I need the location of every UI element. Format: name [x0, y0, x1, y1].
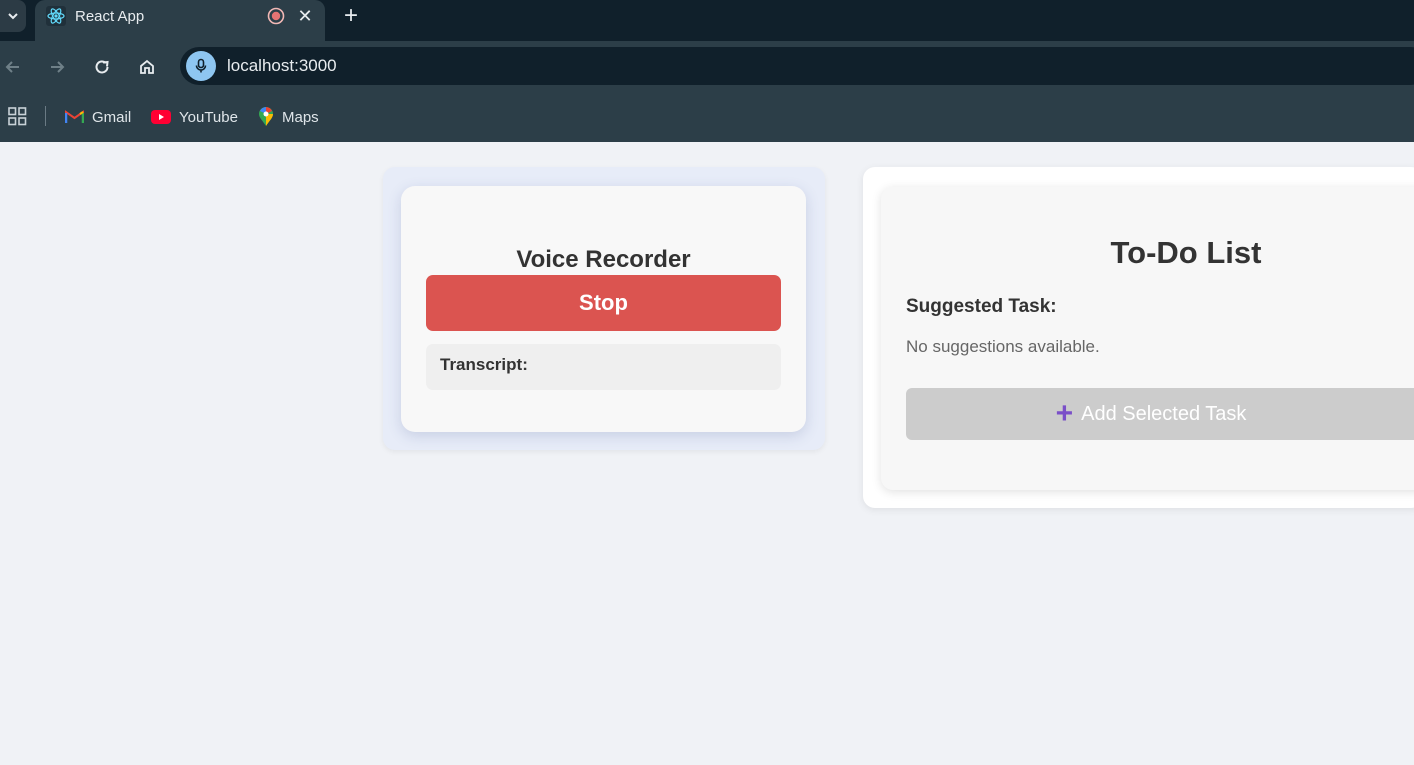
arrow-right-icon — [51, 61, 65, 73]
voice-recorder-container: Voice Recorder Stop Transcript: — [383, 167, 825, 450]
bookmark-label: YouTube — [179, 108, 238, 126]
home-button[interactable] — [136, 56, 158, 78]
react-icon — [46, 6, 66, 26]
todo-title: To-Do List — [1110, 235, 1262, 270]
back-button[interactable] — [2, 56, 24, 78]
close-tab-icon[interactable]: ✕ — [294, 5, 316, 27]
bookmark-youtube[interactable]: YouTube — [151, 106, 238, 128]
new-tab-button[interactable]: + — [339, 4, 363, 28]
add-selected-task-label: Add Selected Task — [1081, 402, 1247, 425]
maps-icon — [259, 107, 273, 126]
recording-indicator-icon — [267, 7, 285, 25]
stop-button[interactable]: Stop — [426, 275, 781, 331]
plus-icon: + — [1055, 397, 1074, 430]
arrow-left-icon — [5, 61, 19, 73]
no-suggestions-message: No suggestions available. — [906, 337, 1100, 356]
todo-card: To-Do List Suggested Task: No suggestion… — [881, 187, 1414, 490]
gmail-icon — [65, 110, 84, 123]
tab-search-button[interactable] — [0, 0, 26, 32]
add-selected-task-button[interactable]: + Add Selected Task — [906, 388, 1414, 440]
transcript-box: Transcript: — [426, 344, 781, 390]
todo-container: To-Do List Suggested Task: No suggestion… — [863, 167, 1414, 508]
navigation-bar: localhost:3000 — [0, 41, 1414, 91]
voice-recorder-card: Voice Recorder Stop Transcript: — [401, 186, 806, 432]
youtube-icon — [151, 110, 171, 124]
bookmark-label: Maps — [282, 108, 319, 126]
home-icon — [140, 59, 154, 74]
url-text: localhost:3000 — [227, 56, 337, 75]
voice-recorder-title: Voice Recorder — [516, 246, 691, 273]
tab-strip: React App ✕ + — [0, 0, 1414, 41]
forward-button[interactable] — [46, 56, 68, 78]
chevron-down-icon — [8, 13, 18, 20]
reload-icon — [95, 60, 109, 74]
reload-button[interactable] — [91, 56, 113, 78]
bookmark-gmail[interactable]: Gmail — [65, 106, 131, 128]
apps-grid-icon[interactable] — [8, 107, 27, 126]
bookmark-label: Gmail — [92, 108, 132, 126]
transcript-label: Transcript: — [440, 355, 528, 374]
bookmark-maps[interactable]: Maps — [258, 106, 319, 128]
tab-title: React App — [75, 8, 145, 25]
bookmark-separator — [45, 106, 46, 126]
microphone-icon[interactable] — [186, 51, 216, 81]
tab-react-app[interactable]: React App ✕ — [35, 0, 325, 41]
bookmarks-bar: Gmail YouTube Maps — [0, 91, 1414, 142]
suggested-task-label: Suggested Task: — [906, 296, 1057, 317]
address-bar[interactable]: localhost:3000 — [180, 47, 1414, 85]
